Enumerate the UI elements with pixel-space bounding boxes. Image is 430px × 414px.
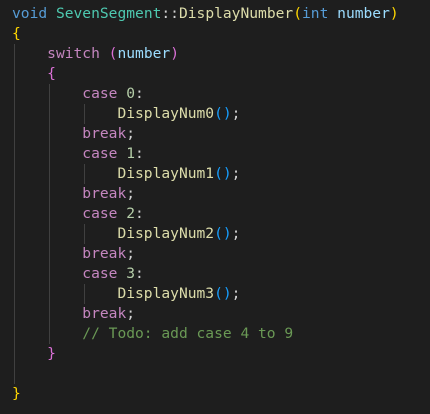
code-line-4[interactable]: { [12, 64, 56, 84]
code-line-3[interactable]: switch (number) [12, 44, 179, 64]
brace-open: { [47, 65, 56, 82]
semicolon: ; [231, 225, 241, 242]
code-line-15[interactable]: DisplayNum3(); [12, 284, 240, 304]
colon: : [135, 205, 144, 222]
parameter-name: number [337, 5, 390, 22]
function-call: DisplayNum0 [117, 105, 215, 122]
code-line-18[interactable]: } [12, 344, 56, 364]
code-line-8[interactable]: case 1: [12, 144, 144, 164]
colon: : [135, 265, 144, 282]
code-line-17[interactable]: // Todo: add case 4 to 9 [12, 324, 293, 344]
number-literal: 1 [126, 145, 136, 162]
function-call: DisplayNum2 [117, 225, 215, 242]
paren-close: ) [170, 45, 179, 62]
code-line-12[interactable]: DisplayNum2(); [12, 224, 240, 244]
function-call: DisplayNum3 [117, 285, 215, 302]
keyword-break: break [82, 185, 127, 202]
code-editor[interactable]: void SevenSegment::DisplayNumber(int num… [0, 0, 430, 414]
code-line-16[interactable]: break; [12, 304, 135, 324]
semicolon: ; [126, 305, 136, 322]
colon: : [135, 85, 144, 102]
code-line-10[interactable]: break; [12, 184, 135, 204]
class-name: SevenSegment [55, 5, 162, 22]
function-name: DisplayNumber [178, 5, 294, 22]
paren-close: ) [389, 5, 399, 22]
keyword-switch: switch [47, 45, 100, 62]
semicolon: ; [231, 105, 241, 122]
code-line-20[interactable]: } [12, 384, 21, 404]
code-line-11[interactable]: case 2: [12, 204, 144, 224]
number-literal: 2 [126, 205, 136, 222]
keyword-void: void [12, 5, 48, 22]
call-parens: () [214, 165, 232, 182]
call-parens: () [214, 285, 232, 302]
code-line-6[interactable]: DisplayNum0(); [12, 104, 240, 124]
brace-close: } [47, 345, 56, 362]
code-line-14[interactable]: case 3: [12, 264, 144, 284]
keyword-int: int [302, 5, 329, 22]
colon: : [135, 145, 144, 162]
scope-operator: :: [161, 5, 179, 22]
brace-close: } [12, 385, 21, 402]
variable-number: number [117, 45, 171, 62]
code-line-9[interactable]: DisplayNum1(); [12, 164, 240, 184]
keyword-break: break [82, 245, 127, 262]
semicolon: ; [126, 245, 136, 262]
semicolon: ; [231, 285, 241, 302]
keyword-case: case [82, 265, 118, 282]
keyword-break: break [82, 125, 127, 142]
call-parens: () [214, 105, 232, 122]
keyword-case: case [82, 205, 118, 222]
code-line-1[interactable]: void SevenSegment::DisplayNumber(int num… [12, 4, 399, 24]
semicolon: ; [126, 185, 136, 202]
call-parens: () [214, 225, 232, 242]
brace-open: { [12, 25, 21, 42]
semicolon: ; [126, 125, 136, 142]
keyword-case: case [82, 85, 118, 102]
code-line-5[interactable]: case 0: [12, 84, 144, 104]
keyword-case: case [82, 145, 118, 162]
code-line-2[interactable]: { [12, 24, 21, 44]
function-call: DisplayNum1 [117, 165, 215, 182]
number-literal: 0 [126, 85, 136, 102]
code-line-13[interactable]: break; [12, 244, 135, 264]
semicolon: ; [231, 165, 241, 182]
code-line-7[interactable]: break; [12, 124, 135, 144]
keyword-break: break [82, 305, 127, 322]
todo-comment: // Todo: add case 4 to 9 [82, 325, 294, 342]
number-literal: 3 [126, 265, 136, 282]
paren-open: ( [293, 5, 302, 22]
